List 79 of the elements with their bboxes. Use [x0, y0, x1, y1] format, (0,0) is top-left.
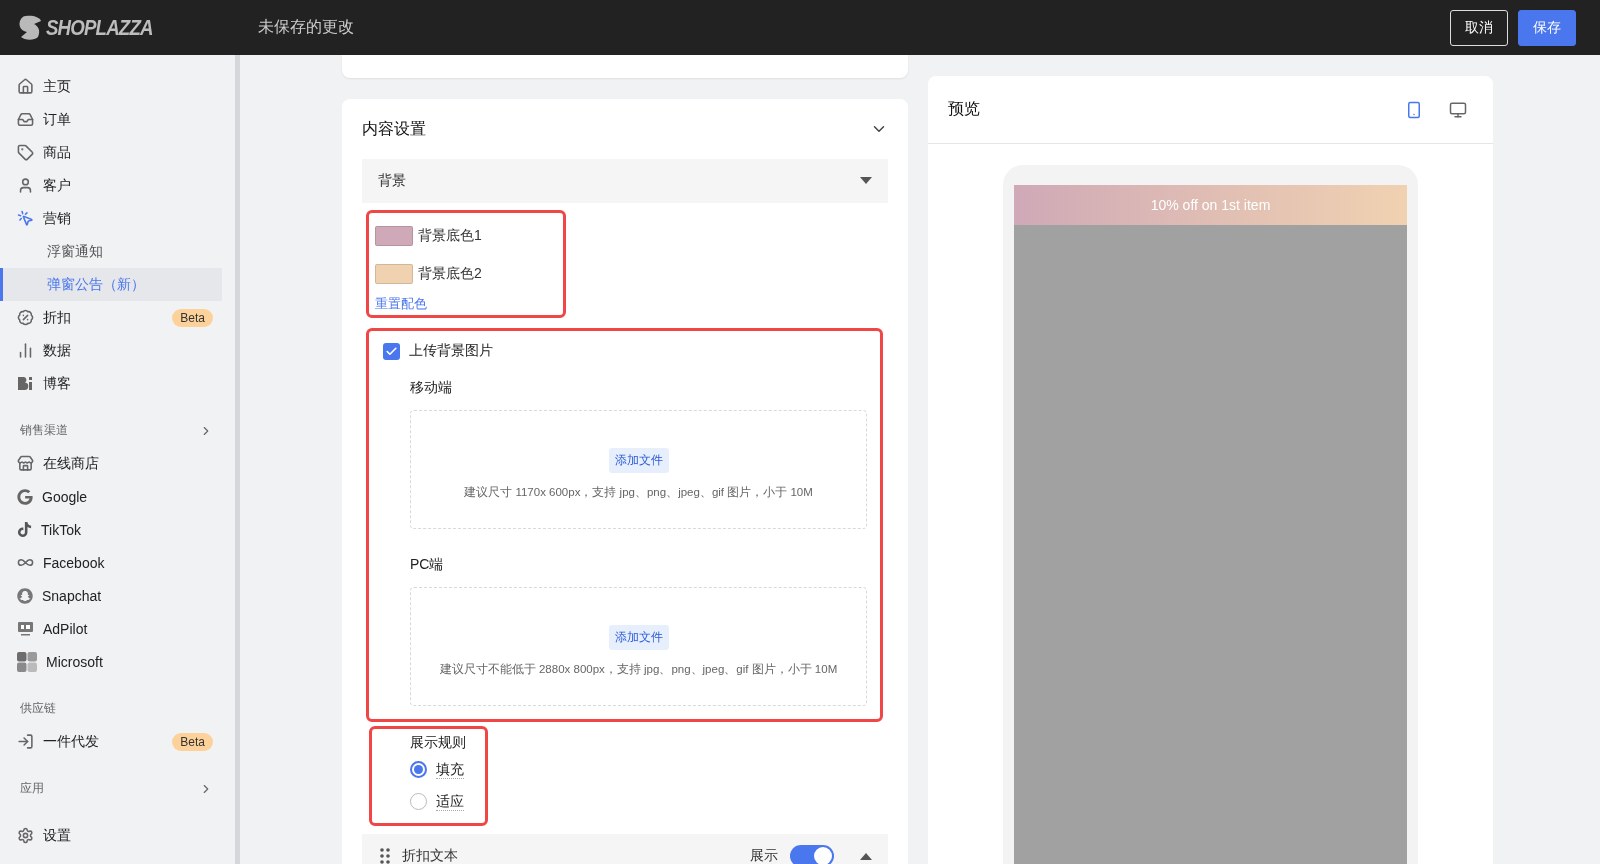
announcement-bar: 10% off on 1st item: [1014, 185, 1407, 225]
radio-label: 适应: [436, 791, 464, 811]
person-icon: [17, 177, 34, 194]
cursor-click-icon: [17, 210, 34, 227]
radio-button[interactable]: [410, 760, 427, 778]
reset-link[interactable]: 重置配色: [375, 293, 427, 315]
music-note-icon: [17, 522, 32, 537]
login-icon: [17, 733, 34, 750]
sidebar-item[interactable]: 订单: [0, 103, 235, 136]
check-icon: [385, 344, 398, 358]
home-icon: [17, 78, 34, 95]
upload-hint: 建议尺寸不能低于 2880x 800px，支持 jpg、png、jpeg、gif 图片，小于 10M: [439, 661, 838, 677]
sidebar-item[interactable]: 一件代发 Beta: [0, 725, 235, 758]
sidebar-item[interactable]: 营销: [0, 202, 235, 235]
section-heading: 销售渠道: [20, 422, 68, 439]
checkbox[interactable]: [383, 342, 400, 360]
radio-label: 填充: [436, 759, 464, 779]
settings-icon: [17, 827, 34, 844]
sidebar-item[interactable]: 客户: [0, 169, 235, 202]
bar-chart-icon: [17, 342, 34, 359]
color-label: 背景底色1: [418, 227, 482, 245]
logo-icon: [18, 14, 42, 41]
monitor-icon[interactable]: [1449, 100, 1467, 119]
save-button[interactable]: 保存: [1518, 9, 1576, 46]
sidebar-item[interactable]: Snapchat: [0, 579, 235, 612]
sidebar-item[interactable]: 设置: [0, 819, 235, 852]
sidebar-item[interactable]: AdPilot: [0, 612, 235, 645]
card-title: 内容设置: [362, 118, 426, 139]
ghost-icon: [17, 587, 33, 604]
ad-screen-icon: [17, 621, 34, 636]
section-title: 背景: [378, 172, 407, 190]
sidebar-item[interactable]: Microsoft: [0, 645, 235, 678]
inbox-icon: [17, 111, 34, 128]
sidebar-item[interactable]: 在线商店: [0, 447, 235, 480]
sidebar-item[interactable]: 商品: [0, 136, 235, 169]
section-bar[interactable]: 折扣文本 展示: [362, 834, 888, 864]
field-label: PC端: [410, 555, 445, 574]
sidebar-subitem[interactable]: 弹窗公告（新）: [0, 268, 222, 301]
section-header[interactable]: 背景: [362, 159, 888, 203]
toggle-label: 展示: [750, 847, 778, 864]
beta-badge: Beta: [172, 308, 213, 327]
sidebar-item[interactable]: 折扣 Beta: [0, 301, 235, 334]
field-label: 移动端: [410, 378, 453, 397]
color-swatch[interactable]: [375, 226, 413, 246]
store-icon: [17, 455, 34, 472]
window-grid-icon: [17, 651, 37, 672]
sidebar-item[interactable]: Google: [0, 480, 235, 513]
triangle-down-icon[interactable]: [860, 177, 872, 185]
phone-icon[interactable]: [1405, 100, 1423, 119]
triangle-up-icon[interactable]: [860, 852, 872, 860]
sidebar-item[interactable]: 数据: [0, 334, 235, 367]
upload-dropzone[interactable]: 添加文件 建议尺寸 1170x 600px，支持 jpg、png、jpeg、gif 图片，小于 10M: [410, 410, 867, 529]
field-label: 展示规则: [410, 733, 467, 752]
sidebar-subitem[interactable]: 浮窗通知: [0, 235, 222, 268]
google-logo-icon: [17, 488, 33, 505]
logo-text: SHOPLAZZA: [46, 14, 153, 41]
upload-hint: 建议尺寸 1170x 600px，支持 jpg、png、jpeg、gif 图片，小于 10M: [464, 484, 813, 500]
sidebar-item[interactable]: 主页: [0, 70, 235, 103]
add-file-button[interactable]: 添加文件: [608, 447, 669, 473]
section-heading: 供应链: [20, 700, 56, 717]
percent-tag-icon: [17, 309, 34, 326]
color-label: 背景底色2: [418, 265, 482, 283]
tag-icon: [17, 144, 34, 161]
sidebar-item[interactable]: 博客: [0, 367, 235, 400]
page-status: 未保存的更改: [258, 17, 355, 37]
card-title: 预览: [948, 99, 981, 119]
color-swatch[interactable]: [375, 264, 413, 284]
blog-icon: [17, 375, 34, 392]
beta-badge: Beta: [172, 732, 213, 751]
sidebar-item[interactable]: Facebook: [0, 546, 235, 579]
checkbox-label: 上传背景图片: [409, 342, 493, 360]
section-heading: 应用: [20, 780, 44, 797]
upload-dropzone[interactable]: 添加文件 建议尺寸不能低于 2880x 800px，支持 jpg、png、jpeg、gif 图片，小于 10M: [410, 587, 867, 706]
cancel-button[interactable]: 取消: [1450, 9, 1508, 46]
toggle-switch[interactable]: [790, 845, 834, 864]
add-file-button[interactable]: 添加文件: [608, 624, 669, 650]
sidebar-item[interactable]: TikTok: [0, 513, 235, 546]
drag-handle-icon[interactable]: [380, 848, 390, 864]
section-title: 折扣文本: [402, 847, 459, 864]
